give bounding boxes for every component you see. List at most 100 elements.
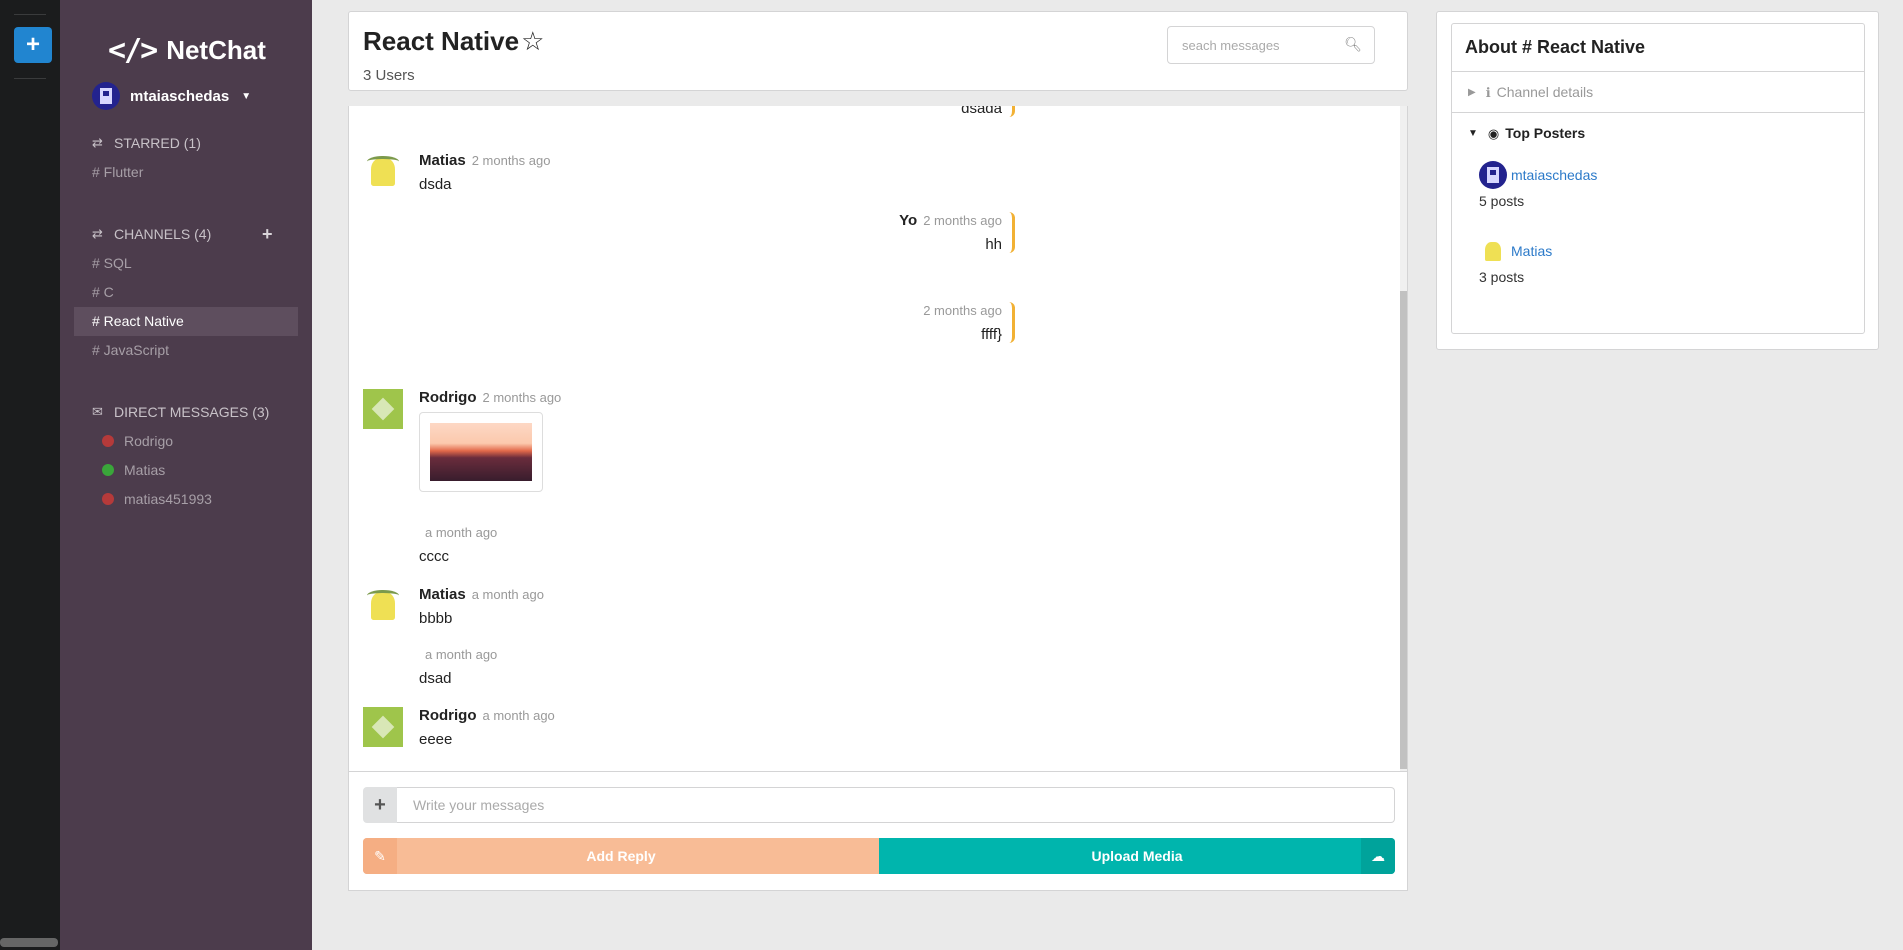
message-input[interactable]	[397, 787, 1395, 823]
rail-divider	[14, 78, 46, 79]
message-text: dsada	[961, 106, 1002, 117]
scrollbar-thumb[interactable]	[1400, 291, 1407, 769]
message-time: a month ago	[425, 525, 498, 540]
starred-item-flutter[interactable]: # Flutter	[74, 158, 298, 187]
messages-panel[interactable]: dsada Matias 2 months ago dsda Yo 2 months…	[348, 106, 1408, 772]
rail-scrollbar[interactable]	[0, 938, 58, 947]
star-icon[interactable]: ☆	[521, 26, 544, 57]
message-text: cccc	[419, 548, 449, 565]
add-reply-label: Add Reply	[586, 848, 656, 864]
channel-item-c[interactable]: # C	[74, 278, 298, 307]
message-text: dsda	[419, 176, 452, 193]
user-circle-icon: ◉	[1487, 126, 1500, 141]
message-author: Rodrigo	[419, 707, 477, 724]
avatar	[363, 707, 403, 747]
search-input[interactable]	[1168, 27, 1348, 63]
mail-icon: ✉	[92, 404, 103, 419]
caret-right-icon: ▶	[1468, 86, 1476, 98]
channel-details-accordion[interactable]: ▶ ℹ Channel details	[1452, 72, 1864, 113]
status-offline-icon	[102, 493, 114, 505]
code-icon: </>	[108, 32, 158, 68]
message-time: 2 months ago	[923, 303, 1002, 318]
dm-name: matias451993	[124, 491, 212, 507]
brand: </> NetChat	[108, 28, 266, 72]
top-posters-label: Top Posters	[1505, 125, 1586, 141]
message-text: hh	[985, 236, 1002, 253]
channel-item-react-native[interactable]: # React Native	[74, 307, 298, 336]
message-own: Yo 2 months ago hh	[899, 212, 1015, 253]
workspace-rail: +	[0, 0, 60, 950]
message-text: ffff}	[981, 326, 1002, 343]
upload-media-button[interactable]: Upload Media ☁	[879, 838, 1395, 874]
cloud-upload-icon: ☁	[1361, 838, 1395, 874]
caret-down-icon: ▼	[241, 90, 252, 102]
top-posters-accordion[interactable]: ▼ ◉ Top Posters	[1452, 113, 1864, 154]
dm-name: Matias	[124, 462, 166, 478]
status-offline-icon	[102, 435, 114, 447]
message-time: a month ago	[482, 708, 555, 723]
exchange-icon: ⇄	[92, 226, 103, 241]
message-text: eeee	[419, 731, 453, 748]
poster-count: 3 posts	[1479, 269, 1525, 285]
attach-button[interactable]: +	[363, 787, 397, 823]
direct-messages-section-header: ✉ DIRECT MESSAGES (3)	[92, 404, 269, 420]
message-time: a month ago	[425, 647, 498, 662]
user-avatar	[92, 82, 120, 110]
avatar	[1479, 161, 1507, 189]
poster-name-link[interactable]: Matias	[1511, 243, 1552, 259]
about-card: About # React Native ▶ ℹ Channel details…	[1451, 23, 1865, 334]
message-own: dsada	[961, 106, 1015, 117]
message-own: 2 months ago ffff}	[917, 302, 1015, 343]
channel-item-sql[interactable]: # SQL	[74, 249, 298, 278]
edit-icon: ✎	[363, 838, 397, 874]
caret-down-icon: ▼	[1468, 128, 1478, 139]
message-time: 2 months ago	[482, 390, 562, 405]
add-workspace-button[interactable]: +	[14, 27, 52, 63]
exchange-icon: ⇄	[92, 135, 103, 150]
channel-info-panel: About # React Native ▶ ℹ Channel details…	[1436, 11, 1879, 350]
poster-count: 5 posts	[1479, 193, 1525, 209]
users-count: 3 Users	[363, 67, 415, 84]
landscape-image	[430, 423, 532, 481]
about-title: About # React Native	[1452, 24, 1864, 72]
message-image-thumbnail[interactable]	[419, 412, 543, 492]
search-box: 🔍︎	[1167, 26, 1375, 64]
message-author: Matias	[419, 586, 466, 603]
user-menu[interactable]: mtaiaschedas ▼	[92, 82, 251, 110]
message-text: dsad	[419, 670, 452, 687]
direct-messages-label: DIRECT MESSAGES (3)	[114, 404, 270, 420]
channel-details-label: Channel details	[1496, 83, 1594, 100]
message-author: Yo	[899, 212, 918, 229]
message-text: bbbb	[419, 610, 453, 627]
dm-item-matias451993[interactable]: matias451993	[102, 491, 212, 507]
starred-section-header: ⇄ STARRED (1)	[92, 135, 201, 151]
avatar	[363, 586, 403, 626]
upload-media-label: Upload Media	[1091, 848, 1183, 864]
app-name: NetChat	[166, 34, 266, 65]
avatar	[363, 389, 403, 429]
channels-section-header: ⇄ CHANNELS (4) +	[92, 224, 273, 244]
dm-item-rodrigo[interactable]: Rodrigo	[102, 433, 173, 449]
message-time: 2 months ago	[923, 213, 1002, 228]
channel-title: React Native ☆	[363, 26, 544, 57]
channels-label: CHANNELS (4)	[114, 226, 212, 242]
channel-item-javascript[interactable]: # JavaScript	[74, 336, 298, 365]
poster-name-link[interactable]: mtaiaschedas	[1511, 167, 1597, 183]
channel-name: React Native	[363, 26, 520, 56]
message-author: Matias	[419, 152, 466, 169]
info-icon: ℹ	[1485, 84, 1491, 100]
rail-divider	[14, 14, 46, 15]
add-reply-button[interactable]: ✎ Add Reply	[363, 838, 879, 874]
messages-scrollbar[interactable]	[1400, 106, 1407, 771]
dm-name: Rodrigo	[124, 433, 174, 449]
message-author: Rodrigo	[419, 389, 477, 406]
search-icon[interactable]: 🔍︎	[1344, 36, 1362, 53]
add-channel-button[interactable]: +	[262, 224, 273, 245]
channel-header: React Native ☆ 3 Users 🔍︎	[348, 11, 1408, 91]
avatar	[1479, 237, 1507, 265]
user-name: mtaiaschedas	[130, 87, 230, 105]
avatar	[363, 152, 403, 192]
dm-item-matias[interactable]: Matias	[102, 462, 165, 478]
message-time: a month ago	[471, 587, 544, 602]
starred-label: STARRED (1)	[114, 135, 201, 151]
